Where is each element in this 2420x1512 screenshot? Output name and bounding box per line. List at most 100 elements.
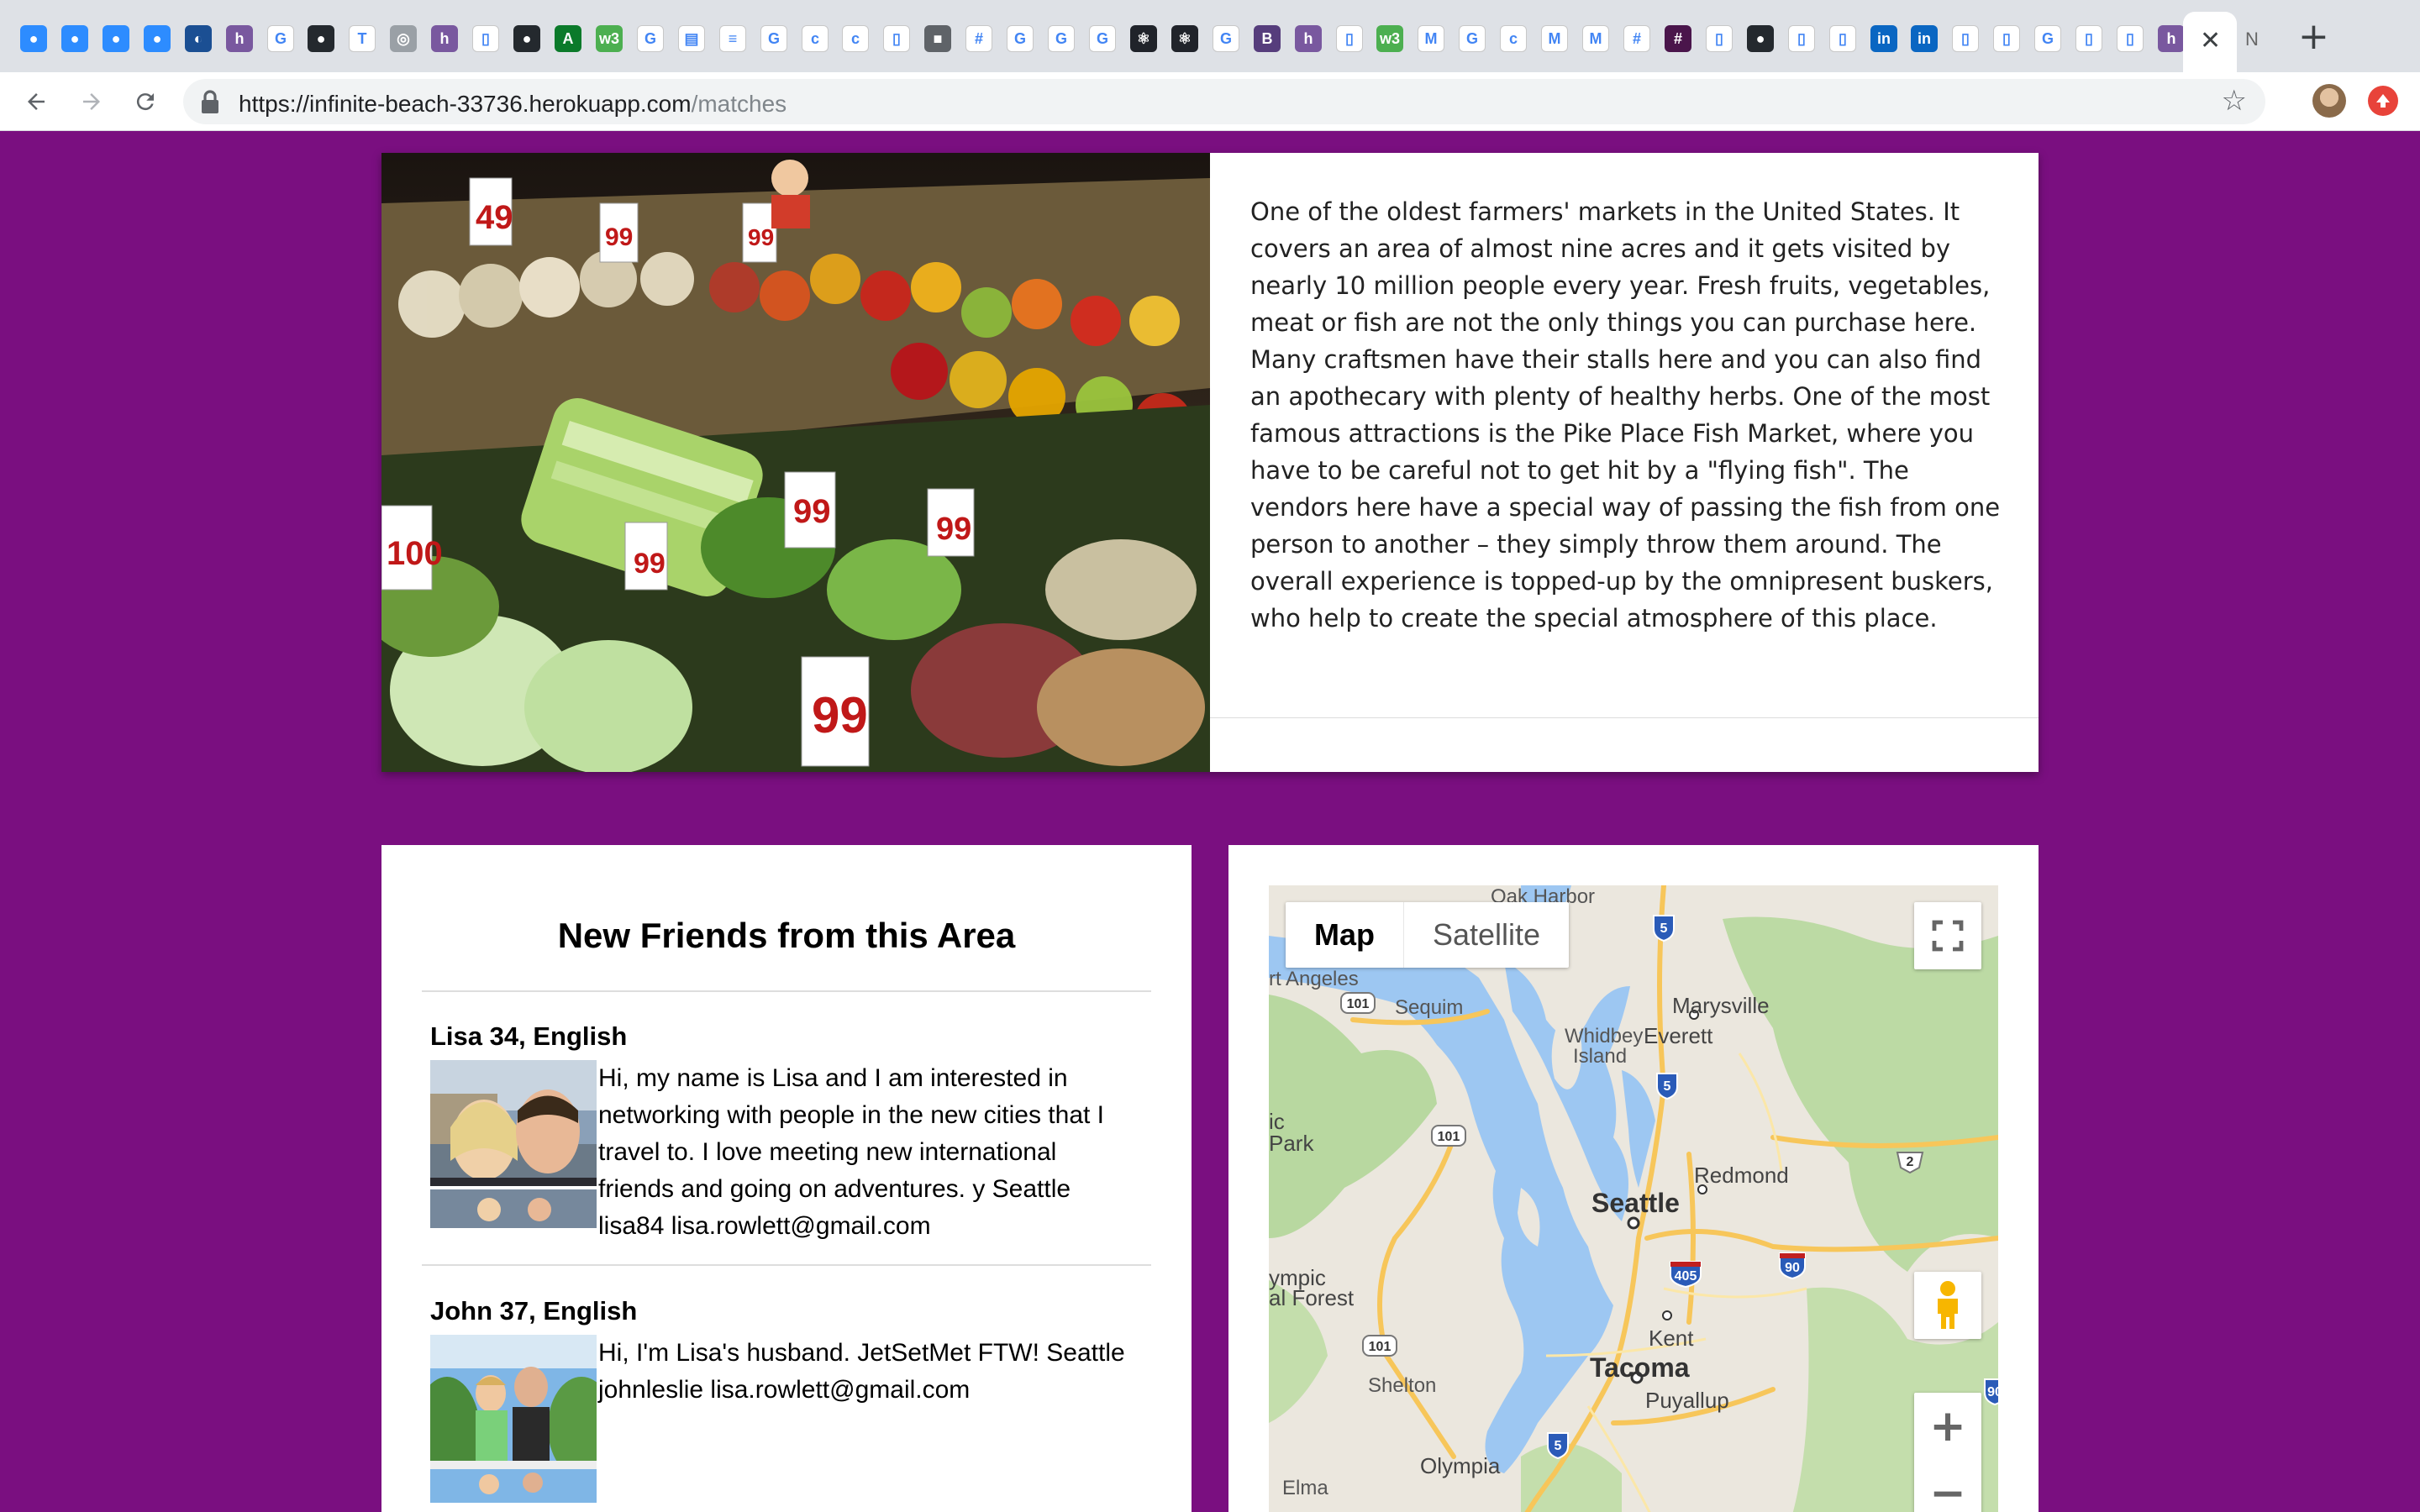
card-divider [1210, 717, 2039, 718]
google-icon[interactable]: G [1213, 25, 1239, 52]
place-card: 49 99 99 100 99 99 99 99 One of the oldest f… [381, 153, 2039, 772]
zoom-icon[interactable]: ● [61, 25, 88, 52]
map-type-map-button[interactable]: Map [1286, 902, 1404, 968]
react-icon[interactable]: ⚛ [1171, 25, 1198, 52]
doc-icon[interactable]: ▯ [1952, 25, 1979, 52]
doc-icon[interactable]: ▯ [1829, 25, 1856, 52]
folder-icon[interactable]: ■ [924, 25, 951, 52]
map-label: Redmond [1694, 1163, 1789, 1188]
active-tab[interactable]: ✕ [2183, 12, 2237, 72]
svg-text:99: 99 [812, 687, 868, 743]
fullscreen-icon [1932, 920, 1964, 952]
w3-icon[interactable]: w3 [596, 25, 623, 52]
svg-text:99: 99 [634, 548, 666, 580]
linkedin-icon[interactable]: in [1870, 25, 1897, 52]
map-label: Seattle [1591, 1188, 1680, 1218]
url-host: https://infinite-beach-33736.herokuapp.c… [239, 91, 692, 117]
google-icon[interactable]: G [760, 25, 787, 52]
heroku-icon[interactable]: h [226, 25, 253, 52]
svg-text:49: 49 [476, 199, 513, 236]
reload-button[interactable] [126, 82, 165, 121]
nyt-icon[interactable]: T [349, 25, 376, 52]
stackoverflow-icon[interactable]: ≡ [719, 25, 746, 52]
friend-name[interactable]: John 37, English [430, 1296, 1136, 1326]
doc-icon[interactable]: ▯ [1788, 25, 1815, 52]
friend-name[interactable]: Lisa 34, English [430, 1021, 1136, 1052]
slack-icon[interactable]: # [1665, 25, 1691, 52]
svg-text:100: 100 [387, 535, 443, 572]
github-icon[interactable]: ● [513, 25, 540, 52]
doc-icon[interactable]: ▯ [883, 25, 910, 52]
doc-icon[interactable]: ▯ [2075, 25, 2102, 52]
back-button[interactable] [17, 82, 55, 121]
google-icon[interactable]: G [1459, 25, 1486, 52]
map-shield-label: 405 [1675, 1269, 1697, 1284]
linkedin-icon[interactable]: in [1911, 25, 1938, 52]
browserstack-icon[interactable]: ◐ [185, 25, 212, 52]
github-icon[interactable]: ● [308, 25, 334, 52]
map-label: Tacoma [1590, 1352, 1690, 1383]
zoom-icon[interactable]: ● [144, 25, 171, 52]
forward-button[interactable] [72, 82, 111, 121]
slack-icon[interactable]: # [965, 25, 992, 52]
doc-icon[interactable]: ▯ [1336, 25, 1363, 52]
zoom-in-button[interactable]: + [1914, 1393, 1981, 1460]
gmail-icon[interactable]: M [1418, 25, 1444, 52]
google-icon[interactable]: G [637, 25, 664, 52]
google-icon[interactable]: G [1007, 25, 1034, 52]
new-tab-button[interactable]: + [2298, 18, 2329, 55]
map-canvas[interactable]: 5 5 101 101 2 405 90 101 5 90 [1269, 885, 1998, 1512]
github-icon[interactable]: ● [1747, 25, 1774, 52]
zoom-out-button[interactable]: − [1914, 1460, 1981, 1512]
table-icon[interactable]: ▤ [678, 25, 705, 52]
w3-icon[interactable]: w3 [1376, 25, 1403, 52]
street-view-button[interactable] [1914, 1272, 1981, 1339]
tab-strip: ● ● ● ● ◐ h G ● T ◎ h ▯ ● Aw3 G ▤ ≡ Gc c ▯ ■ # G G G ⚛ ⚛ G Bh ▯ w3 M Gc M… [0, 0, 2420, 72]
google-icon[interactable]: G [2034, 25, 2061, 52]
heroku-icon[interactable]: h [431, 25, 458, 52]
friend-list-item[interactable]: Lisa 34, English Hi, my name is Lisa and… [430, 1021, 1136, 1245]
friend-list-item[interactable]: John 37, English Hi, I'm Lisa's husband.… [430, 1296, 1136, 1503]
circle-icon[interactable]: ◎ [390, 25, 417, 52]
doc-icon[interactable]: ▯ [1993, 25, 2020, 52]
zoom-icon[interactable]: ● [20, 25, 47, 52]
map-type-satellite-button[interactable]: Satellite [1404, 902, 1569, 968]
svg-text:99: 99 [793, 493, 831, 530]
gmail-icon[interactable]: M [1582, 25, 1609, 52]
doc-icon[interactable]: ▯ [1706, 25, 1733, 52]
zoom-icon[interactable]: ● [103, 25, 129, 52]
tab-next[interactable]: N [2245, 29, 2259, 50]
reload-icon [136, 93, 154, 111]
heroku-icon[interactable]: h [2158, 25, 2185, 52]
update-icon[interactable] [2368, 86, 2398, 116]
fullscreen-button[interactable] [1914, 902, 1981, 969]
lock-icon [202, 90, 218, 113]
atcoder-icon[interactable]: A [555, 25, 581, 52]
doc-icon[interactable]: c [1500, 25, 1527, 52]
google-icon[interactable]: G [1048, 25, 1075, 52]
address-bar[interactable]: https://infinite-beach-33736.herokuapp.c… [183, 79, 2265, 124]
doc-icon[interactable]: c [842, 25, 869, 52]
map-shield-label: 2 [1907, 1155, 1914, 1169]
bootstrap-icon[interactable]: B [1254, 25, 1281, 52]
zoom-control: + − [1914, 1393, 1981, 1512]
friend-photo[interactable] [430, 1335, 597, 1503]
doc-icon[interactable]: ▯ [472, 25, 499, 52]
doc-icon[interactable]: ▯ [2117, 25, 2144, 52]
map-label: al Forest [1269, 1285, 1355, 1310]
map-label: Marysville [1672, 993, 1770, 1018]
heroku-icon[interactable]: h [1295, 25, 1322, 52]
google-icon[interactable]: G [267, 25, 294, 52]
google-icon[interactable]: G [1089, 25, 1116, 52]
bookmark-star-icon[interactable]: ☆ [2222, 87, 2247, 115]
friend-photo[interactable] [430, 1060, 597, 1228]
friend-bio: Hi, I'm Lisa's husband. JetSetMet FTW! S… [598, 1339, 1125, 1404]
profile-avatar[interactable] [2312, 84, 2346, 118]
react-icon[interactable]: ⚛ [1130, 25, 1157, 52]
map-shield-label: 5 [1660, 921, 1668, 936]
close-tab-icon[interactable]: ✕ [2200, 29, 2221, 54]
place-description: One of the oldest farmers' markets in th… [1250, 197, 2001, 633]
gmail-icon[interactable]: M [1541, 25, 1568, 52]
slack-icon[interactable]: # [1623, 25, 1650, 52]
doc-icon[interactable]: c [802, 25, 829, 52]
